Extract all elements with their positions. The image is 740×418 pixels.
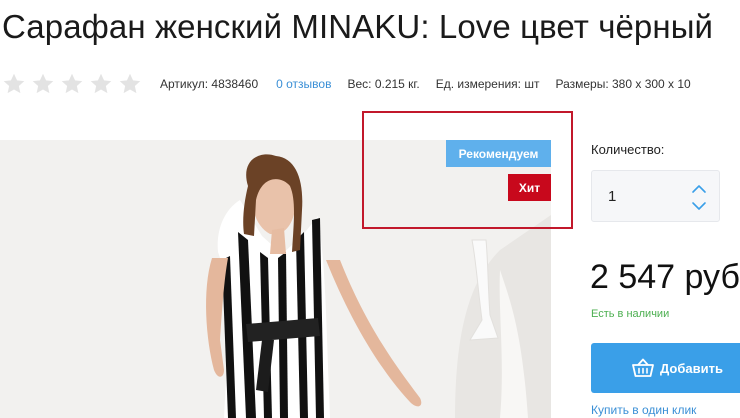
quantity-input[interactable]: 1 bbox=[608, 188, 616, 205]
star-icon[interactable] bbox=[60, 72, 84, 96]
quantity-arrows bbox=[690, 180, 708, 214]
star-icon[interactable] bbox=[118, 72, 142, 96]
quantity-stepper[interactable]: 1 bbox=[591, 170, 720, 222]
product-meta-row: Артикул: 4838460 0 отзывов Вес: 0.215 кг… bbox=[0, 70, 740, 98]
recommend-badge: Рекомендуем bbox=[446, 140, 551, 167]
chevron-down-icon[interactable] bbox=[690, 199, 708, 213]
basket-icon bbox=[632, 358, 654, 377]
add-to-cart-label: Добавить bbox=[660, 360, 723, 376]
star-icon[interactable] bbox=[89, 72, 113, 96]
unit-of-measure: Ед. измерения: шт bbox=[435, 77, 540, 91]
dimensions: Размеры: 380 x 300 x 10 bbox=[555, 77, 691, 91]
star-icon[interactable] bbox=[31, 72, 55, 96]
weight: Вес: 0.215 кг. bbox=[347, 77, 420, 91]
stock-status: Есть в наличии bbox=[591, 308, 670, 320]
add-to-cart-button[interactable]: Добавить bbox=[591, 343, 740, 393]
price: 2 547 руб. bbox=[590, 258, 740, 296]
buy-one-click-link[interactable]: Купить в один клик bbox=[591, 403, 696, 417]
reviews-link[interactable]: 0 отзывов bbox=[276, 77, 331, 91]
star-icon[interactable] bbox=[2, 72, 26, 96]
article-number: Артикул: 4838460 bbox=[160, 77, 259, 91]
quantity-label: Количество: bbox=[591, 142, 665, 157]
badge-highlight-frame bbox=[362, 111, 573, 229]
product-title: Сарафан женский MINAKU: Love цвет чёрный bbox=[2, 8, 714, 45]
hit-badge: Хит bbox=[508, 174, 551, 201]
rating-stars[interactable] bbox=[2, 72, 142, 96]
chevron-up-icon[interactable] bbox=[690, 182, 708, 196]
